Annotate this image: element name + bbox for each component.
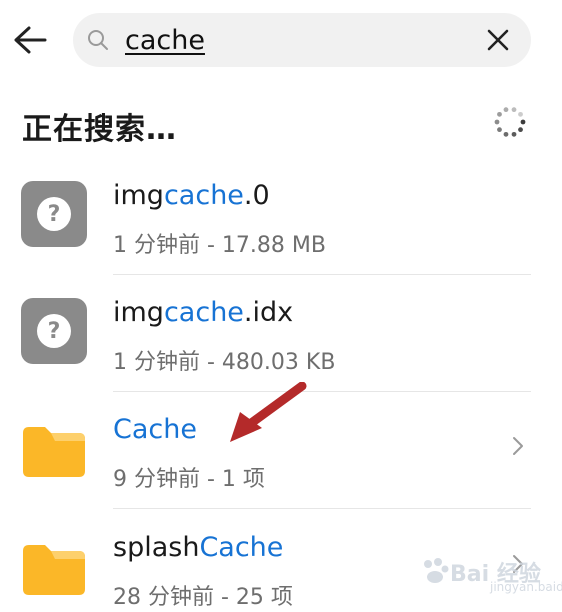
spinner-dot	[518, 111, 523, 117]
search-results-screen: 正在搜索… ? imgcache.0 1 分钟前 - 17.88 MB ? im…	[0, 0, 562, 612]
spinner-dot	[497, 111, 502, 117]
divider	[113, 508, 531, 509]
loading-spinner-icon	[494, 107, 526, 137]
search-status-row: 正在搜索…	[0, 96, 562, 156]
watermark-logo: Bai 经验 jingyan.baidu.com	[420, 548, 562, 600]
spinner-dot	[511, 131, 517, 137]
annotation-arrow-icon	[230, 382, 307, 442]
item-meta: 9 分钟前 - 1 项	[113, 467, 265, 492]
list-item[interactable]: ? imgcache.0 1 分钟前 - 17.88 MB	[0, 158, 562, 275]
folder-icon	[21, 415, 87, 481]
item-name: imgcache.0	[113, 180, 270, 211]
unknown-file-icon: ?	[21, 298, 87, 364]
search-box	[73, 13, 531, 67]
spinner-dot	[511, 107, 517, 113]
item-meta: 1 分钟前 - 17.88 MB	[113, 233, 326, 258]
item-name: Cache	[113, 414, 197, 445]
item-name: imgcache.idx	[113, 297, 294, 328]
chevron-right-icon	[513, 437, 523, 455]
spinner-dot	[497, 127, 502, 133]
spinner-dot	[503, 131, 509, 137]
spinner-dot	[520, 119, 526, 125]
paw-icon	[424, 558, 449, 583]
item-meta: 28 分钟前 - 25 项	[113, 585, 293, 610]
clear-search-button[interactable]	[485, 27, 511, 53]
spinner-dot	[518, 127, 523, 133]
watermark-sub: jingyan.baidu.com	[490, 580, 562, 594]
spinner-dot	[494, 119, 500, 125]
search-icon	[88, 30, 108, 50]
search-input[interactable]	[125, 21, 455, 59]
unknown-file-icon: ?	[21, 181, 87, 247]
list-item[interactable]: ? imgcache.idx 1 分钟前 - 480.03 KB	[0, 275, 562, 392]
item-meta: 1 分钟前 - 480.03 KB	[113, 350, 336, 375]
search-status-text: 正在搜索…	[22, 112, 177, 147]
search-toolbar	[0, 0, 562, 80]
back-button[interactable]	[8, 20, 52, 60]
item-name: splashCache	[113, 532, 284, 563]
spinner-dot	[503, 107, 509, 113]
folder-icon	[21, 533, 87, 599]
arrow-left-icon	[14, 26, 47, 54]
